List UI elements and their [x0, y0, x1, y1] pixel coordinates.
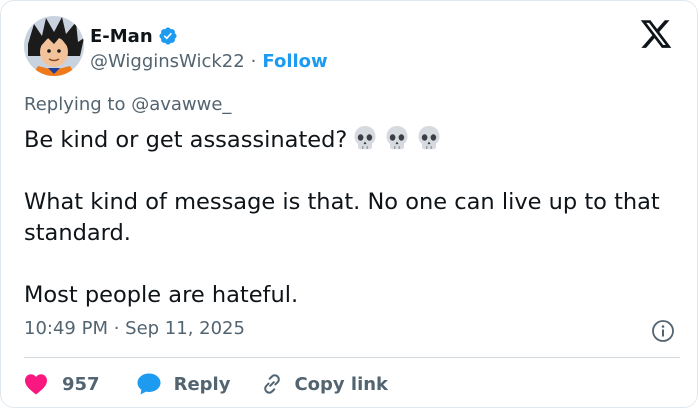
tweet-paragraph-2: What kind of message is that. No one can… — [24, 189, 660, 246]
reply-target-handle[interactable]: @avawwe_ — [131, 94, 231, 115]
tweet-paragraph-3: Most people are hateful. — [24, 282, 299, 308]
separator-dot: · — [250, 50, 257, 72]
skull-emojis — [352, 124, 442, 152]
reply-bubble-icon — [137, 373, 161, 395]
divider — [24, 357, 680, 358]
tweet-timestamp[interactable]: 10:49 PM · Sep 11, 2025 — [24, 318, 245, 339]
tweet-card: E-Man @WigginsWick22 · Follow Replying t… — [0, 0, 698, 408]
skull-emoji-icon — [386, 126, 408, 150]
heart-icon — [25, 374, 47, 395]
link-icon — [264, 374, 281, 394]
action-bar: 957 Reply Copy link — [24, 371, 388, 397]
skull-emoji-icon — [354, 126, 376, 150]
tweet-body: Be kind or get assassinated? What kind o… — [24, 124, 674, 311]
avatar[interactable] — [24, 16, 84, 76]
replying-prefix: Replying to — [24, 94, 132, 115]
replying-to: Replying to @avawwe_ — [24, 94, 231, 115]
like-button[interactable]: 957 — [24, 373, 100, 395]
tweet-text-1: Be kind or get assassinated? — [24, 127, 348, 153]
reply-button[interactable]: Reply — [136, 372, 231, 396]
display-name[interactable]: E-Man — [90, 26, 153, 47]
x-logo-icon[interactable] — [637, 17, 675, 51]
follow-button[interactable]: Follow — [262, 51, 327, 72]
copy-link-label: Copy link — [294, 373, 389, 395]
reply-label: Reply — [173, 373, 231, 395]
author-handle[interactable]: @WigginsWick22 — [90, 51, 245, 72]
verified-badge-icon — [159, 27, 177, 45]
like-count: 957 — [62, 373, 100, 395]
skull-emoji-icon — [418, 126, 440, 150]
info-icon[interactable] — [651, 319, 675, 343]
copy-link-button[interactable]: Copy link — [260, 372, 388, 396]
tweet-line-1: Be kind or get assassinated? — [24, 124, 674, 156]
